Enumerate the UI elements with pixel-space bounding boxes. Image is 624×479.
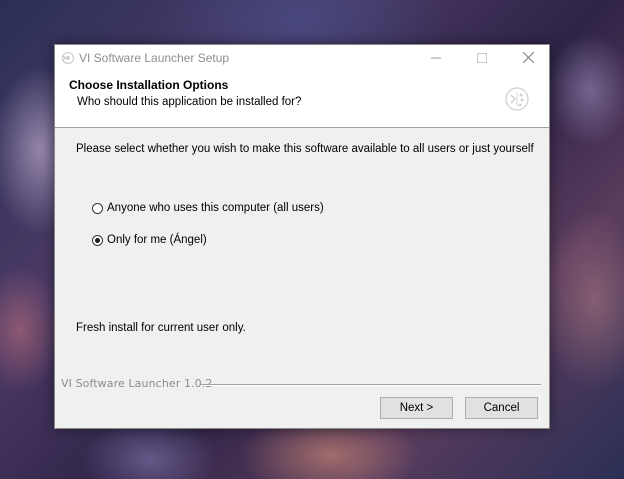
minimize-button[interactable]: [413, 45, 459, 73]
window-title: VI Software Launcher Setup: [79, 51, 230, 65]
minimize-icon: [431, 50, 441, 68]
next-button[interactable]: Next >: [380, 397, 453, 419]
page-title: Choose Installation Options: [69, 78, 229, 92]
maximize-button[interactable]: [459, 45, 505, 73]
instructions-text: Please select whether you wish to make t…: [76, 143, 534, 155]
title-bar[interactable]: VI Software Launcher Setup: [55, 45, 549, 73]
setup-window: VI Software Launcher Setup Choose Instal…: [54, 44, 550, 429]
installer-icon: [61, 51, 75, 65]
close-icon: [522, 50, 534, 68]
branding-text: VI Software Launcher 1.0.2: [61, 377, 213, 390]
only-me-option[interactable]: Only for me (Ángel): [92, 234, 207, 246]
all-users-option[interactable]: Anyone who uses this computer (all users…: [92, 202, 324, 214]
page-header: Choose Installation Options Who should t…: [55, 73, 549, 128]
page-subtitle: Who should this application be installed…: [77, 96, 302, 108]
footer-divider: [201, 384, 541, 386]
only-me-label: Only for me (Ángel): [107, 234, 207, 246]
maximize-icon: [477, 50, 487, 68]
close-button[interactable]: [505, 45, 551, 73]
all-users-radio[interactable]: [92, 202, 103, 214]
only-me-radio[interactable]: [92, 234, 103, 246]
installer-logo-icon: [501, 83, 533, 115]
install-status-text: Fresh install for current user only.: [76, 322, 246, 334]
all-users-label: Anyone who uses this computer (all users…: [107, 202, 324, 214]
cancel-button[interactable]: Cancel: [465, 397, 538, 419]
